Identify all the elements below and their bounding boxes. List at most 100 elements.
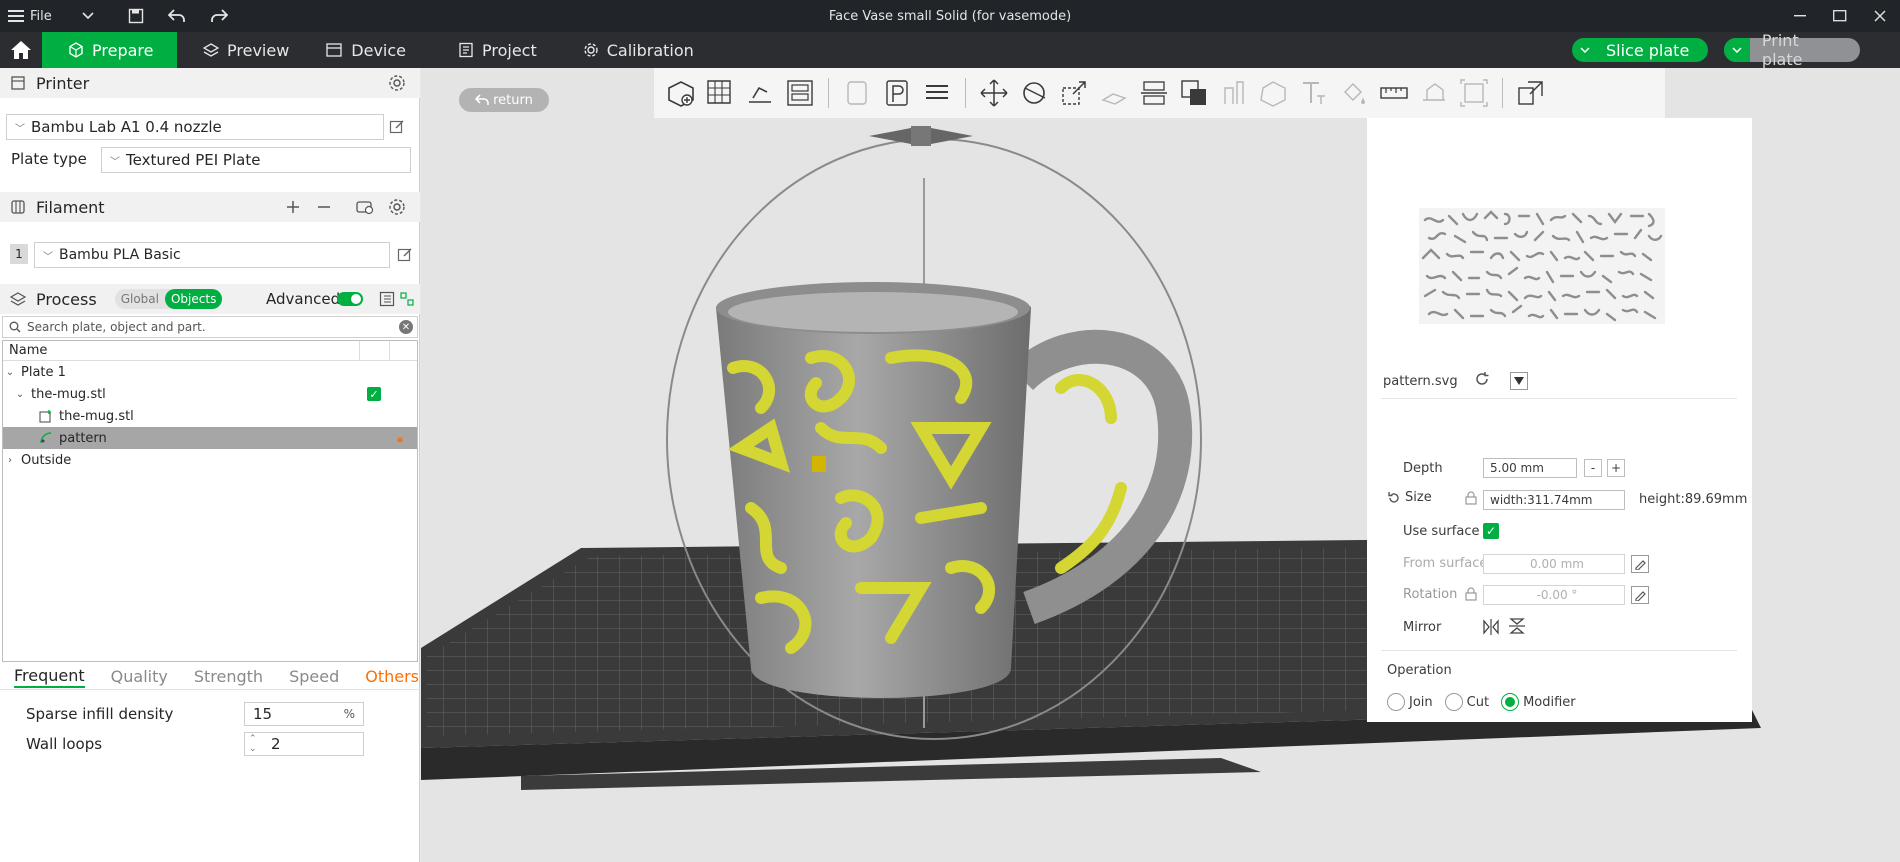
- depth-input[interactable]: 5.00 mm: [1483, 458, 1577, 478]
- text-icon[interactable]: [1294, 73, 1334, 113]
- explode-view-icon[interactable]: [1511, 73, 1551, 113]
- reload-icon[interactable]: [1474, 371, 1490, 391]
- tree-row-outside[interactable]: › Outside: [3, 449, 417, 471]
- chevron-down-icon[interactable]: [74, 0, 102, 32]
- clear-search-icon[interactable]: ✕: [399, 320, 413, 334]
- close-icon[interactable]: [1860, 0, 1900, 32]
- support-paint-icon[interactable]: [1214, 73, 1254, 113]
- depth-plus-button[interactable]: +: [1607, 459, 1625, 477]
- assembly-icon[interactable]: [1414, 73, 1454, 113]
- hamburger-menu-icon[interactable]: File: [0, 0, 60, 32]
- radio-on-icon[interactable]: [1501, 693, 1520, 711]
- split-parts-icon[interactable]: [877, 73, 917, 113]
- printer-select[interactable]: ﹀ Bambu Lab A1 0.4 nozzle: [6, 114, 384, 140]
- radio-off-icon[interactable]: [1444, 693, 1463, 711]
- tree-row-plate[interactable]: ⌄ Plate 1: [3, 361, 417, 383]
- tab-calibration[interactable]: Calibration: [567, 32, 710, 68]
- print-plate-button[interactable]: Print plate: [1724, 31, 1860, 69]
- grid-icon[interactable]: [396, 288, 418, 310]
- slice-plate-button[interactable]: Slice plate: [1572, 38, 1708, 62]
- object-search-input[interactable]: Search plate, object and part. ✕: [2, 316, 418, 338]
- process-objects-option[interactable]: Objects: [164, 289, 223, 309]
- color-paint-icon[interactable]: [1334, 73, 1374, 113]
- stepper-icon[interactable]: ⌃ ⌄: [249, 734, 257, 754]
- operation-cut[interactable]: Cut: [1444, 693, 1489, 711]
- dropdown-icon[interactable]: [1509, 372, 1528, 390]
- save-icon[interactable]: [120, 0, 152, 32]
- tab-frequent[interactable]: Frequent: [14, 666, 85, 688]
- arrange-icon[interactable]: [780, 73, 820, 113]
- tab-speed[interactable]: Speed: [289, 667, 339, 686]
- tree-row-modifier[interactable]: pattern 🔒︎: [3, 427, 417, 449]
- mirror-vertical-icon[interactable]: [1508, 618, 1526, 638]
- tab-preview[interactable]: Preview: [187, 32, 305, 68]
- tree-row-object[interactable]: ⌄ the-mug.stl ✓: [3, 383, 417, 405]
- chevron-right-icon[interactable]: ›: [3, 455, 17, 466]
- plate-type-select[interactable]: ﹀ Textured PEI Plate: [101, 147, 411, 173]
- lay-on-face-icon[interactable]: [1094, 73, 1134, 113]
- minimize-icon[interactable]: [1780, 0, 1820, 32]
- maximize-icon[interactable]: [1820, 0, 1860, 32]
- boolean-icon[interactable]: [1174, 73, 1214, 113]
- return-button[interactable]: return: [459, 88, 549, 112]
- file-menu-label[interactable]: File: [30, 9, 52, 24]
- chevron-down-icon[interactable]: [1572, 38, 1598, 62]
- filament-select[interactable]: ﹀ Bambu PLA Basic: [34, 242, 390, 268]
- rotation-input[interactable]: -0.00 °: [1483, 585, 1625, 605]
- tab-prepare[interactable]: Prepare: [42, 32, 177, 68]
- operation-modifier[interactable]: Modifier: [1501, 693, 1576, 711]
- reset-icon[interactable]: [1387, 491, 1401, 505]
- tab-quality[interactable]: Quality: [111, 667, 168, 686]
- process-scope-toggle[interactable]: Global Objects: [114, 289, 223, 309]
- process-global-option[interactable]: Global: [115, 289, 165, 309]
- filament-index-badge[interactable]: 1: [10, 244, 28, 264]
- tab-strength[interactable]: Strength: [194, 667, 263, 686]
- checkbox-checked-icon[interactable]: ✓: [367, 387, 381, 401]
- add-icon[interactable]: [282, 196, 304, 218]
- fit-view-icon[interactable]: [1454, 73, 1494, 113]
- split-objects-icon[interactable]: [837, 73, 877, 113]
- infill-density-input[interactable]: 15 %: [244, 702, 364, 726]
- edit-icon[interactable]: [1631, 555, 1649, 573]
- remove-icon[interactable]: [313, 196, 335, 218]
- tab-others[interactable]: Others: [365, 667, 419, 686]
- scale-icon[interactable]: [1054, 73, 1094, 113]
- gear-icon[interactable]: [386, 72, 408, 94]
- lock-icon[interactable]: [1465, 587, 1477, 605]
- lock-icon[interactable]: 🔒︎: [397, 432, 409, 445]
- add-object-icon[interactable]: [660, 73, 700, 113]
- compare-icon[interactable]: [376, 288, 398, 310]
- mirror-horizontal-icon[interactable]: [1483, 618, 1499, 640]
- width-input[interactable]: width:311.74mm: [1483, 490, 1625, 510]
- add-plate-icon[interactable]: [700, 73, 740, 113]
- move-icon[interactable]: [974, 73, 1014, 113]
- radio-off-icon[interactable]: [1387, 693, 1405, 711]
- redo-icon[interactable]: [202, 0, 236, 32]
- operation-join[interactable]: Join: [1387, 693, 1433, 711]
- home-icon[interactable]: [0, 32, 42, 68]
- tree-row-part[interactable]: the-mug.stl: [3, 405, 417, 427]
- chevron-down-icon[interactable]: ⌄: [3, 367, 17, 378]
- tab-device[interactable]: Device: [309, 32, 422, 68]
- advanced-toggle[interactable]: [337, 292, 363, 306]
- edit-icon[interactable]: [386, 116, 408, 138]
- from-surface-input[interactable]: 0.00 mm: [1483, 554, 1625, 574]
- edit-icon[interactable]: [394, 244, 416, 266]
- wall-loops-input[interactable]: ⌃ ⌄ 2: [244, 732, 364, 756]
- seam-paint-icon[interactable]: [1254, 73, 1294, 113]
- sync-filament-icon[interactable]: [354, 196, 376, 218]
- auto-orient-icon[interactable]: [740, 73, 780, 113]
- undo-icon[interactable]: [160, 0, 194, 32]
- measure-icon[interactable]: [1374, 73, 1414, 113]
- use-surface-checkbox[interactable]: ✓: [1483, 523, 1499, 539]
- gear-icon[interactable]: [386, 196, 408, 218]
- cut-icon[interactable]: [1134, 73, 1174, 113]
- edit-icon[interactable]: [1631, 586, 1649, 604]
- lock-icon[interactable]: [1465, 491, 1477, 509]
- tab-project[interactable]: Project: [442, 32, 553, 68]
- layers-edit-icon[interactable]: [917, 73, 957, 113]
- chevron-down-icon[interactable]: ⌄: [13, 389, 27, 400]
- depth-minus-button[interactable]: -: [1584, 459, 1602, 477]
- chevron-down-icon[interactable]: [1724, 38, 1750, 62]
- rotate-icon[interactable]: [1014, 73, 1054, 113]
